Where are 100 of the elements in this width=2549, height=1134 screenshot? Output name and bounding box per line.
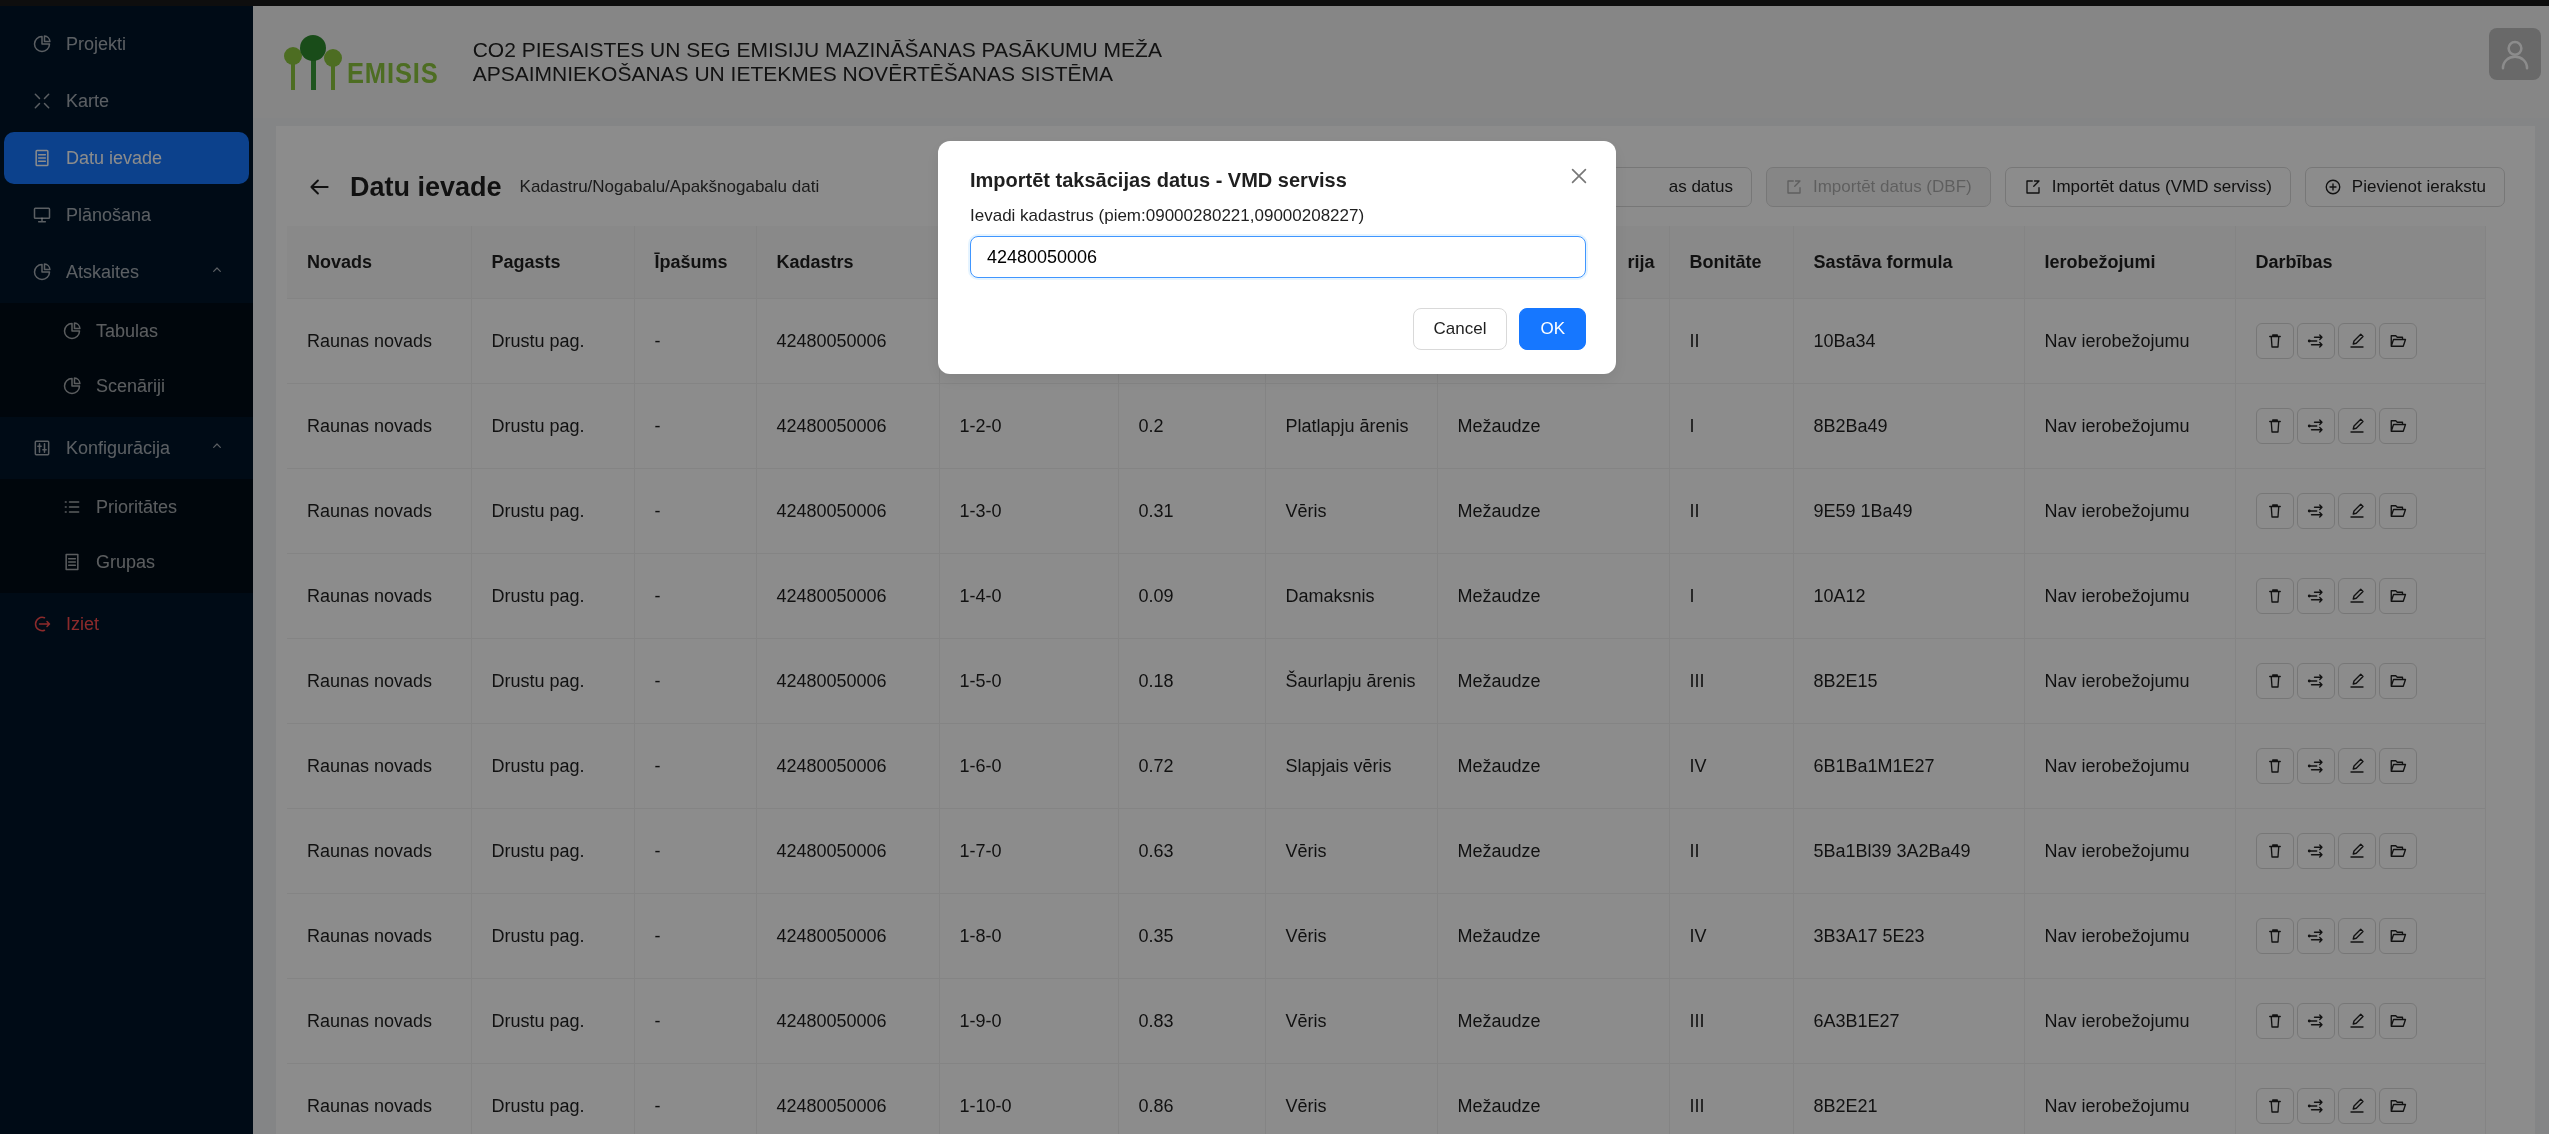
delete-button[interactable]	[2255, 1088, 2294, 1124]
open-button[interactable]	[2378, 1003, 2417, 1039]
table-cell: 8B2E15	[1793, 638, 2024, 724]
table-cell: 0.09	[1118, 553, 1265, 639]
table-cell: Drustu pag.	[471, 468, 634, 554]
edit-button[interactable]	[2337, 663, 2376, 699]
table-cell: 6A3B1E27	[1793, 978, 2024, 1064]
open-button[interactable]	[2378, 1088, 2417, 1124]
open-button[interactable]	[2378, 493, 2417, 529]
split-button[interactable]	[2296, 408, 2335, 444]
sidebar-item[interactable]: Grupas	[4, 536, 249, 588]
edit-button[interactable]	[2337, 323, 2376, 359]
table-cell: Nav ierobežojumu	[2024, 723, 2235, 809]
table-cell: 0.18	[1118, 638, 1265, 724]
edit-button[interactable]	[2337, 1088, 2376, 1124]
toolbar-button[interactable]: Importēt datus (VMD serviss)	[2004, 167, 2291, 207]
edit-button[interactable]	[2337, 833, 2376, 869]
split-button[interactable]	[2296, 1003, 2335, 1039]
edit-button[interactable]	[2337, 748, 2376, 784]
pencil-icon	[2347, 332, 2366, 350]
split-button[interactable]	[2296, 578, 2335, 614]
delete-button[interactable]	[2255, 1003, 2294, 1039]
split-button[interactable]	[2296, 1088, 2335, 1124]
table-cell: -	[634, 893, 756, 979]
sidebar-item[interactable]: Datu ievade	[4, 132, 249, 184]
delete-button[interactable]	[2255, 663, 2294, 699]
table-cell: I	[1669, 383, 1793, 469]
table-cell: Raunas novads	[287, 298, 471, 384]
arrows-split-icon	[2306, 1097, 2325, 1115]
split-button[interactable]	[2296, 493, 2335, 529]
table-cell: IV	[1669, 723, 1793, 809]
logout-menu-item[interactable]: Iziet	[4, 598, 249, 650]
ok-button[interactable]: OK	[1519, 308, 1586, 350]
edit-button[interactable]	[2337, 493, 2376, 529]
table-cell: Raunas novads	[287, 1063, 471, 1134]
column-header: Darbības	[2235, 226, 2485, 299]
table-cell: 1-7-0	[939, 808, 1118, 894]
delete-button[interactable]	[2255, 408, 2294, 444]
table-cell: 6B1Ba1M1E27	[1793, 723, 2024, 809]
open-button[interactable]	[2378, 578, 2417, 614]
table-cell: 1-10-0	[939, 1063, 1118, 1134]
open-button[interactable]	[2378, 323, 2417, 359]
arrows-split-icon	[2306, 417, 2325, 435]
table-cell: Nav ierobežojumu	[2024, 1063, 2235, 1134]
delete-button[interactable]	[2255, 833, 2294, 869]
open-button[interactable]	[2378, 918, 2417, 954]
table-cell: -	[634, 383, 756, 469]
table-cell: Vēris	[1265, 468, 1437, 554]
open-button[interactable]	[2378, 408, 2417, 444]
sidebar-item[interactable]: Prioritātes	[4, 481, 249, 533]
folder-icon	[2388, 757, 2407, 775]
field-label: Ievadi kadastrus (piem:09000280221,09000208227)	[970, 206, 1366, 226]
edit-button[interactable]	[2337, 578, 2376, 614]
cadastre-input-field[interactable]: 42480050006	[970, 236, 1586, 278]
delete-button[interactable]	[2255, 323, 2294, 359]
folder-icon	[2388, 417, 2407, 435]
sidebar-item[interactable]: Tabulas	[4, 305, 249, 357]
delete-button[interactable]	[2255, 493, 2294, 529]
split-button[interactable]	[2296, 663, 2335, 699]
cancel-button[interactable]: Cancel	[1412, 308, 1508, 350]
table-cell: Drustu pag.	[471, 383, 634, 469]
table-cell: 42480050006	[756, 808, 939, 894]
sidebar-item[interactable]: Karte	[4, 75, 249, 127]
delete-button[interactable]	[2255, 578, 2294, 614]
table-cell: 5Ba1Bl39 3A2Ba49	[1793, 808, 2024, 894]
pencil-icon	[2347, 842, 2366, 860]
split-button[interactable]	[2296, 918, 2335, 954]
table-cell: 3B3A17 5E23	[1793, 893, 2024, 979]
pencil-icon	[2347, 757, 2366, 775]
table-cell: Mežaudze	[1437, 1063, 1669, 1134]
edit-button[interactable]	[2337, 1003, 2376, 1039]
table-cell: 1-5-0	[939, 638, 1118, 724]
table-cell: 42480050006	[756, 1063, 939, 1134]
logo-text: EMISIS	[347, 56, 439, 90]
split-button[interactable]	[2296, 833, 2335, 869]
column-header: Īpašums	[634, 226, 756, 299]
toolbar-button[interactable]: Pievienot ierakstu	[2304, 167, 2505, 207]
split-button[interactable]	[2296, 323, 2335, 359]
delete-button[interactable]	[2255, 748, 2294, 784]
sidebar-item[interactable]: Projekti	[4, 18, 249, 70]
table-cell: -	[634, 723, 756, 809]
open-button[interactable]	[2378, 748, 2417, 784]
delete-button[interactable]	[2255, 918, 2294, 954]
table-cell: 0.2	[1118, 383, 1265, 469]
table-cell: Drustu pag.	[471, 1063, 634, 1134]
table-cell: Nav ierobežojumu	[2024, 893, 2235, 979]
sidebar-item[interactable]: Scenāriji	[4, 360, 249, 412]
sidebar-item[interactable]: Atskaites	[4, 246, 249, 298]
plus-circle-icon	[2323, 178, 2342, 196]
edit-button[interactable]	[2337, 408, 2376, 444]
open-button[interactable]	[2378, 833, 2417, 869]
table-cell: 42480050006	[756, 468, 939, 554]
sidebar-item[interactable]: Konfigurācija	[4, 422, 249, 474]
breadcrumb: Kadastru/Nogabalu/Apakšnogabalu dati	[519, 177, 820, 197]
table-cell: -	[634, 298, 756, 384]
edit-button[interactable]	[2337, 918, 2376, 954]
split-button[interactable]	[2296, 748, 2335, 784]
open-button[interactable]	[2378, 663, 2417, 699]
sidebar-item[interactable]: Plānošana	[4, 189, 249, 241]
table-cell: Drustu pag.	[471, 553, 634, 639]
